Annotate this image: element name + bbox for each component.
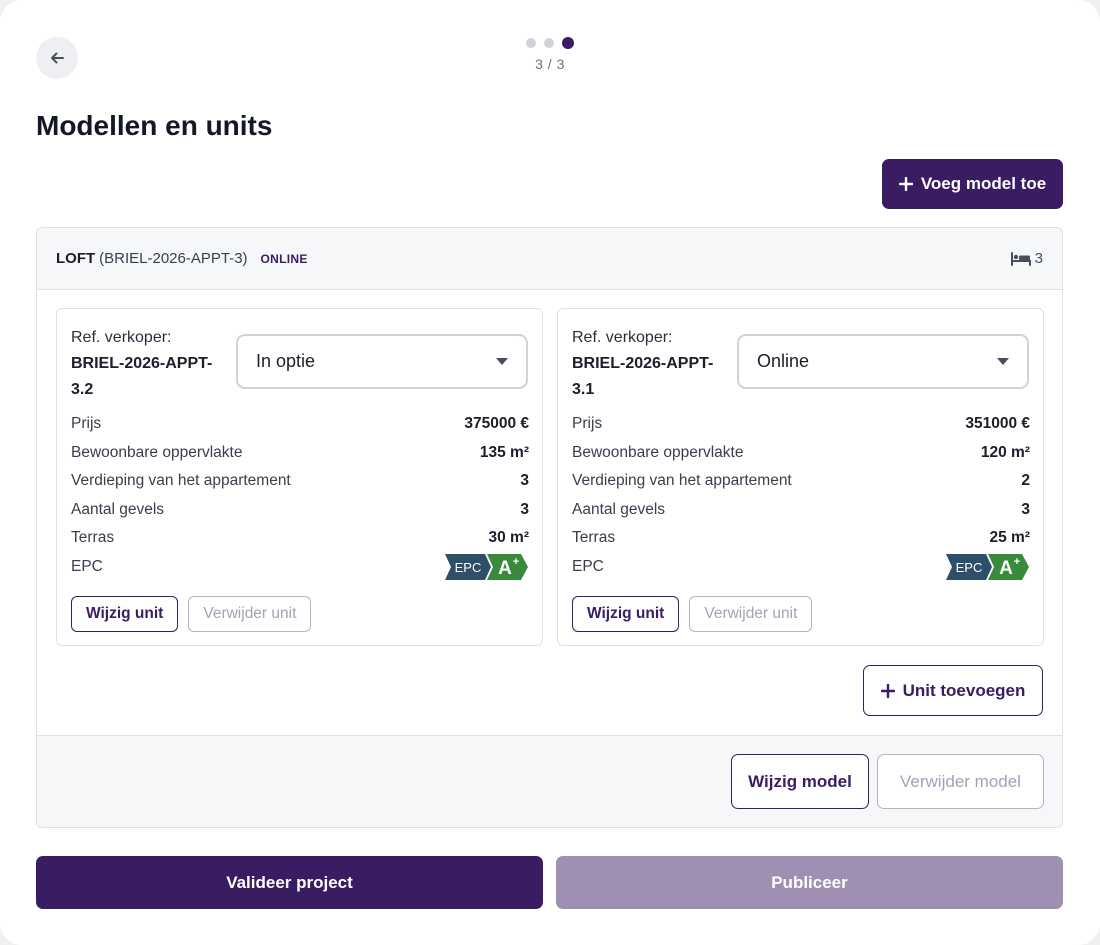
model-card: LOFT (BRIEL-2026-APPT-3) ONLINE 3 Ref. v… bbox=[36, 227, 1063, 828]
model-ref: (BRIEL-2026-APPT-3) bbox=[99, 250, 248, 267]
epc-prefix: EPC bbox=[455, 560, 482, 575]
add-model-button[interactable]: Voeg model toe bbox=[882, 159, 1063, 209]
prop-label: Bewoonbare oppervlakte bbox=[572, 443, 744, 461]
prop-value: 135 m² bbox=[479, 443, 529, 461]
add-unit-button[interactable]: Unit toevoegen bbox=[863, 665, 1043, 716]
epc-grade-sup: + bbox=[1014, 556, 1020, 568]
unit-card: Ref. verkoper: BRIEL-2026-APPT-3.1 Onlin… bbox=[557, 308, 1044, 646]
bed-icon bbox=[1010, 251, 1031, 266]
edit-unit-button[interactable]: Wijzig unit bbox=[572, 596, 680, 632]
caret-down-icon bbox=[997, 358, 1009, 365]
prop-row-epc: EPC EPC A + bbox=[572, 553, 1030, 582]
prop-row-facades: Aantal gevels 3 bbox=[572, 496, 1030, 525]
modal: 3 / 3 Modellen en units Voeg model toe L… bbox=[0, 0, 1100, 945]
stepper-dots bbox=[500, 36, 600, 50]
prop-value: 30 m² bbox=[488, 529, 530, 547]
edit-model-button[interactable]: Wijzig model bbox=[731, 754, 869, 809]
prop-row-floor: Verdieping van het appartement 3 bbox=[71, 467, 529, 496]
add-unit-label: Unit toevoegen bbox=[902, 680, 1026, 700]
model-bedrooms: 3 bbox=[1010, 250, 1043, 267]
prop-value: 375000 € bbox=[464, 415, 529, 433]
unit-status-select[interactable]: Online bbox=[737, 334, 1029, 389]
epc-grade: A bbox=[498, 558, 512, 579]
prop-row-price: Prijs 375000 € bbox=[71, 410, 529, 439]
prop-label: Terras bbox=[572, 529, 616, 547]
prop-value: 3 bbox=[1021, 500, 1030, 518]
prop-label: Verdieping van het appartement bbox=[71, 472, 291, 490]
prop-row-terrace: Terras 25 m² bbox=[572, 524, 1030, 553]
epc-grade-sup: + bbox=[513, 556, 519, 568]
arrow-left-icon bbox=[51, 52, 64, 64]
unit-card: Ref. verkoper: BRIEL-2026-APPT-3.2 In op… bbox=[56, 308, 543, 646]
step-dot-1 bbox=[526, 38, 536, 48]
prop-value: 120 m² bbox=[980, 443, 1030, 461]
unit-properties: Prijs 375000 € Bewoonbare oppervlakte 13… bbox=[71, 410, 529, 581]
plus-icon bbox=[880, 683, 895, 698]
prop-label: Terras bbox=[71, 529, 115, 547]
epc-label-icon: EPC A + bbox=[946, 553, 1029, 580]
prop-label: Aantal gevels bbox=[71, 500, 165, 518]
ref-code: BRIEL-2026-APPT-3.2 bbox=[71, 355, 213, 398]
unit-ref: Ref. verkoper: BRIEL-2026-APPT-3.1 bbox=[572, 325, 722, 403]
prop-label: Verdieping van het appartement bbox=[572, 472, 792, 490]
add-model-label: Voeg model toe bbox=[920, 174, 1047, 193]
plus-icon bbox=[898, 177, 913, 191]
delete-model-button[interactable]: Verwijder model bbox=[877, 754, 1044, 809]
stepper: 3 / 3 bbox=[500, 36, 600, 72]
page-title: Modellen en units bbox=[36, 110, 273, 141]
prop-label: EPC bbox=[572, 557, 604, 575]
unit-status-value: Online bbox=[757, 351, 810, 371]
ref-label: Ref. verkoper: bbox=[71, 329, 172, 346]
ref-label: Ref. verkoper: bbox=[572, 329, 673, 346]
unit-ref: Ref. verkoper: BRIEL-2026-APPT-3.2 bbox=[71, 325, 221, 403]
model-status-badge: ONLINE bbox=[260, 251, 308, 266]
epc-badge: EPC A + bbox=[445, 553, 529, 580]
publish-button[interactable]: Publiceer bbox=[556, 856, 1063, 909]
ref-code: BRIEL-2026-APPT-3.1 bbox=[572, 355, 714, 398]
prop-value: 3 bbox=[520, 472, 529, 490]
prop-label: Aantal gevels bbox=[572, 500, 666, 518]
delete-unit-button[interactable]: Verwijder unit bbox=[689, 596, 813, 632]
unit-actions: Wijzig unit Verwijder unit bbox=[71, 596, 312, 632]
model-footer: Wijzig model Verwijder model bbox=[37, 735, 1062, 827]
prop-row-facades: Aantal gevels 3 bbox=[71, 496, 529, 525]
prop-value: 25 m² bbox=[989, 529, 1031, 547]
bedroom-count: 3 bbox=[1034, 250, 1043, 267]
epc-prefix: EPC bbox=[956, 560, 983, 575]
unit-status-value: In optie bbox=[256, 351, 316, 371]
epc-grade: A bbox=[999, 558, 1013, 579]
step-dot-3 bbox=[562, 37, 574, 49]
model-header: LOFT (BRIEL-2026-APPT-3) ONLINE 3 bbox=[37, 228, 1062, 290]
prop-label: EPC bbox=[71, 557, 103, 575]
epc-label-icon: EPC A + bbox=[445, 553, 528, 580]
step-dot-2 bbox=[544, 38, 554, 48]
prop-row-area: Bewoonbare oppervlakte 120 m² bbox=[572, 439, 1030, 468]
caret-down-icon bbox=[496, 358, 508, 365]
prop-value: 351000 € bbox=[965, 415, 1030, 433]
unit-actions: Wijzig unit Verwijder unit bbox=[572, 596, 813, 632]
unit-status-select[interactable]: In optie bbox=[236, 334, 528, 389]
epc-badge: EPC A + bbox=[946, 553, 1030, 580]
prop-row-price: Prijs 351000 € bbox=[572, 410, 1030, 439]
prop-row-floor: Verdieping van het appartement 2 bbox=[572, 467, 1030, 496]
step-counter: 3 / 3 bbox=[535, 56, 565, 72]
prop-row-area: Bewoonbare oppervlakte 135 m² bbox=[71, 439, 529, 468]
prop-value: 3 bbox=[520, 500, 529, 518]
edit-unit-button[interactable]: Wijzig unit bbox=[71, 596, 179, 632]
prop-label: Prijs bbox=[572, 415, 603, 433]
prop-row-epc: EPC EPC A + bbox=[71, 553, 529, 582]
prop-value: 2 bbox=[1021, 472, 1030, 490]
prop-label: Prijs bbox=[71, 415, 102, 433]
back-button[interactable] bbox=[36, 37, 78, 79]
delete-unit-button[interactable]: Verwijder unit bbox=[188, 596, 312, 632]
model-name: LOFT bbox=[56, 250, 96, 267]
prop-label: Bewoonbare oppervlakte bbox=[71, 443, 243, 461]
unit-properties: Prijs 351000 € Bewoonbare oppervlakte 12… bbox=[572, 410, 1030, 581]
validate-project-button[interactable]: Valideer project bbox=[36, 856, 543, 909]
prop-row-terrace: Terras 30 m² bbox=[71, 524, 529, 553]
